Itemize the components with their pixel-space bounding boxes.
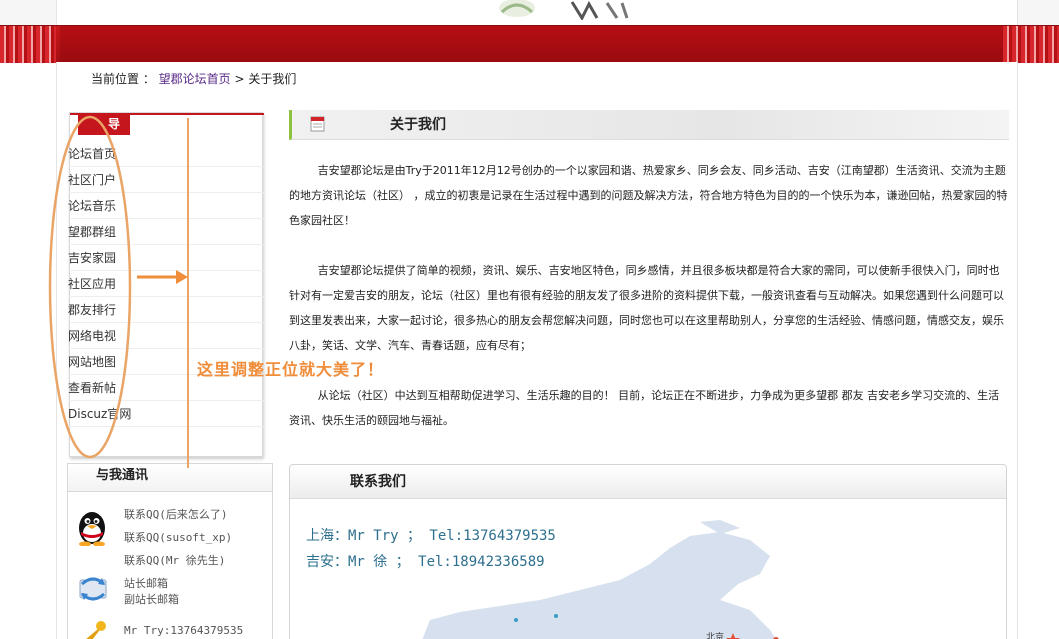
- breadcrumb: 当前位置 ： 望郡论坛首页 > 关于我们: [91, 68, 296, 90]
- nav-header: 导航: [70, 113, 264, 135]
- china-map-icon: 北京: [422, 520, 779, 639]
- sidebar-item-forum-home[interactable]: 论坛首页: [68, 141, 264, 167]
- top-header-inner: [56, 0, 1018, 25]
- key-icon: [86, 621, 106, 639]
- breadcrumb-current: 关于我们: [248, 72, 297, 86]
- sidebar-item-tv[interactable]: 网络电视: [68, 323, 264, 349]
- qq-penguin-icon: [79, 512, 105, 546]
- document-icon: [310, 116, 325, 132]
- sidebar-item-portal[interactable]: 社区门户: [68, 167, 264, 193]
- logo-art-icon: [499, 0, 629, 20]
- about-section-header: 关于我们: [289, 110, 1009, 140]
- sidebar-item-apps[interactable]: 社区应用: [68, 271, 264, 297]
- breadcrumb-separator: >: [234, 72, 245, 86]
- mail-sync-icon: [79, 577, 107, 601]
- about-article: 吉安望郡论坛是由Try于2011年12月12号创办的一个以家园和谐、热爱家乡、同…: [289, 158, 1009, 458]
- vice-admin-mail-link[interactable]: 副站长邮箱: [124, 591, 179, 607]
- qq-link-2[interactable]: 联系QQ(susoft_xp): [124, 529, 232, 545]
- about-paragraph-2: 吉安望郡论坛提供了简单的视频，资讯、娱乐、吉安地区特色，同乡感情，并且很多板块都…: [289, 264, 1004, 352]
- about-paragraph-3: 从论坛（社区）中达到互相帮助促进学习、生活乐趣的目的！ 目前，论坛正在不断进步，…: [289, 389, 1000, 427]
- nav-title: 导航: [78, 115, 130, 135]
- sidebar-item-discuz[interactable]: Discuz官网: [68, 401, 264, 427]
- breadcrumb-label: 当前位置 ：: [91, 72, 155, 86]
- contact-us-title: 联系我们: [290, 465, 1006, 499]
- about-paragraph-1: 吉安望郡论坛是由Try于2011年12月12号创办的一个以家园和谐、热爱家乡、同…: [289, 164, 1008, 227]
- red-banner: [0, 25, 1059, 63]
- admin-mail-link[interactable]: 站长邮箱: [124, 575, 168, 591]
- map-beijing-label: 北京: [706, 631, 724, 639]
- phone-text: Mr Try:13764379535: [124, 624, 244, 637]
- sidebar-item-ranking[interactable]: 郡友排行: [68, 297, 264, 323]
- sidebar-item-jian-home[interactable]: 吉安家园: [68, 245, 264, 271]
- nav-list: 论坛首页 社区门户 论坛音乐 望郡群组 吉安家园 社区应用 郡友排行 网络电视 …: [68, 141, 264, 427]
- about-title: 关于我们: [390, 117, 446, 133]
- qq-link-3[interactable]: 联系QQ(Mr 徐先生): [124, 552, 225, 568]
- contact-sidebar: 与我通讯 联系QQ(后来怎么了) 联系QQ(susoft_xp) 联系QQ(Mr…: [67, 463, 273, 639]
- contact-sidebar-title: 与我通讯: [68, 464, 272, 492]
- red-stripes-right: [1003, 26, 1059, 63]
- sidebar-item-groups[interactable]: 望郡群组: [68, 219, 264, 245]
- red-stripes-left: [0, 26, 56, 63]
- qq-link-1[interactable]: 联系QQ(后来怎么了): [124, 506, 228, 522]
- sidebar-item-music[interactable]: 论坛音乐: [68, 193, 264, 219]
- main-container: 当前位置 ： 望郡论坛首页 > 关于我们 导航 论坛首页 社区门户 论坛音乐 望…: [56, 62, 1018, 639]
- contact-us-panel: 联系我们 上海：Mr Try ； Tel:13764379535 吉安：Mr 徐…: [289, 464, 1007, 639]
- breadcrumb-home-link[interactable]: 望郡论坛首页: [159, 72, 231, 86]
- annotation-text: 这里调整正位就大美了！: [197, 360, 385, 379]
- sidebar-nav: 导航 论坛首页 社区门户 论坛音乐 望郡群组 吉安家园 社区应用 郡友排行 网络…: [68, 112, 264, 457]
- red-banner-inner: [60, 26, 1012, 63]
